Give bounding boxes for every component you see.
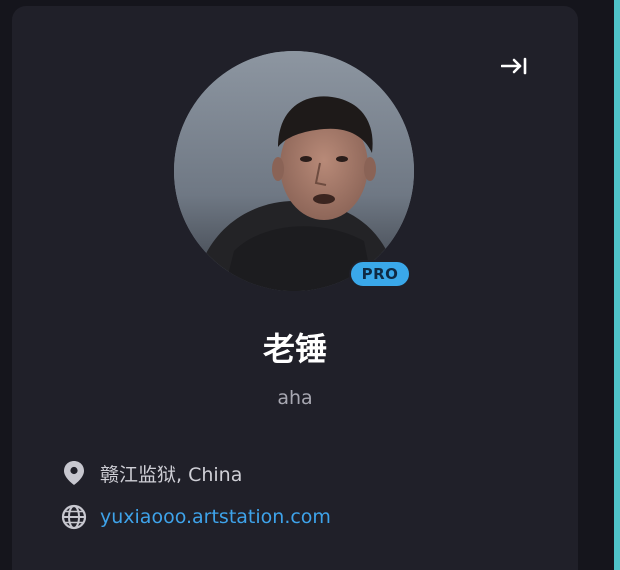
accent-bar xyxy=(614,0,620,570)
collapse-panel-button[interactable] xyxy=(498,50,530,82)
collapse-panel-icon xyxy=(501,57,527,75)
globe-icon xyxy=(60,503,88,531)
avatar-container: PRO xyxy=(174,51,414,291)
location-text: 赣江监狱, China xyxy=(100,463,243,486)
page: PRO 老锤 aha 赣江监狱, China yuxiaooo.artstati… xyxy=(0,0,620,570)
website-link[interactable]: yuxiaooo.artstation.com xyxy=(100,506,331,528)
avatar[interactable] xyxy=(174,51,414,291)
profile-card: PRO 老锤 aha 赣江监狱, China yuxiaooo.artstati… xyxy=(12,6,578,570)
pro-badge: PRO xyxy=(349,260,411,288)
website-row: yuxiaooo.artstation.com xyxy=(60,502,331,532)
avatar-image xyxy=(174,51,414,291)
profile-name: 老锤 xyxy=(262,330,327,368)
profile-tagline: aha xyxy=(277,387,313,409)
location-row: 赣江监狱, China xyxy=(60,458,242,488)
map-pin-icon xyxy=(60,459,88,487)
